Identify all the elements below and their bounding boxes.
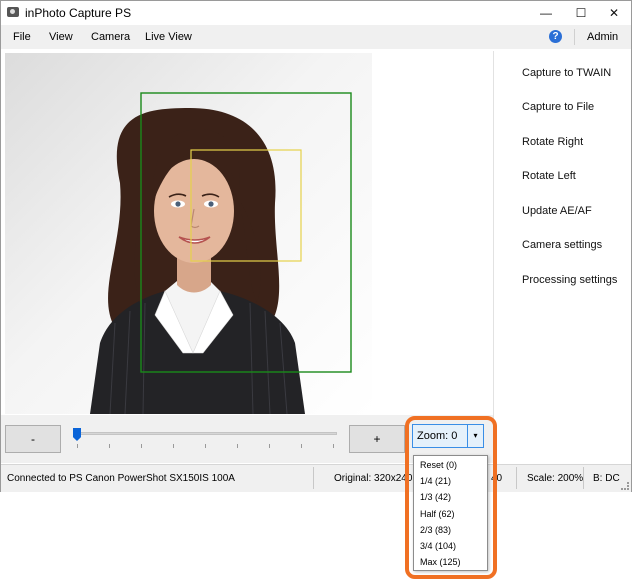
zoom-slider[interactable] — [75, 432, 337, 435]
slider-tick — [109, 444, 110, 448]
menu-camera[interactable]: Camera — [91, 31, 130, 43]
slider-tick — [301, 444, 302, 448]
connection-status: Connected to PS Canon PowerShot SX150IS … — [7, 473, 235, 484]
maximize-button[interactable]: ☐ — [566, 3, 596, 23]
portrait-photo — [90, 92, 352, 414]
camera-settings-button[interactable]: Camera settings — [522, 239, 602, 251]
capture-to-file-button[interactable]: Capture to File — [522, 101, 594, 113]
mode-status: B: DC — [593, 473, 620, 484]
menu-view[interactable]: View — [49, 31, 73, 43]
action-panel: Capture to TWAIN Capture to File Rotate … — [493, 51, 631, 463]
status-separator — [516, 467, 517, 489]
status-separator — [583, 467, 584, 489]
update-ae-af-button[interactable]: Update AE/AF — [522, 205, 592, 217]
slider-tick — [333, 444, 334, 448]
status-separator — [313, 467, 314, 489]
zoom-plus-button[interactable]: + — [349, 425, 405, 453]
rotate-left-button[interactable]: Rotate Left — [522, 170, 576, 182]
window-title: inPhoto Capture PS — [25, 6, 132, 20]
capture-to-twain-button[interactable]: Capture to TWAIN — [522, 67, 611, 79]
slider-tick — [237, 444, 238, 448]
slider-tick — [269, 444, 270, 448]
rotate-right-button[interactable]: Rotate Right — [522, 136, 583, 148]
minimize-button[interactable]: — — [531, 3, 561, 23]
processing-settings-button[interactable]: Processing settings — [522, 274, 617, 286]
zoom-minus-button[interactable]: - — [5, 425, 61, 453]
menu-live-view[interactable]: Live View — [145, 31, 192, 43]
title-bar: inPhoto Capture PS — ☐ ✕ — [1, 1, 631, 25]
help-icon[interactable]: ? — [549, 30, 562, 43]
status-bar: Connected to PS Canon PowerShot SX150IS … — [1, 464, 631, 492]
original-resolution: Original: 320x240 — [334, 473, 413, 484]
highlight-outline — [405, 416, 497, 579]
slider-tick — [141, 444, 142, 448]
scale-status: Scale: 200% — [527, 473, 584, 484]
live-preview — [5, 53, 372, 414]
close-button[interactable]: ✕ — [599, 3, 629, 23]
slider-tick — [205, 444, 206, 448]
admin-menu[interactable]: Admin — [587, 31, 618, 43]
menu-file[interactable]: File — [13, 31, 31, 43]
camera-icon — [7, 7, 19, 17]
slider-tick — [77, 444, 78, 448]
menu-separator — [574, 29, 575, 45]
resize-grip[interactable] — [621, 482, 629, 490]
slider-tick — [173, 444, 174, 448]
zoom-slider-thumb[interactable] — [73, 428, 81, 441]
menu-bar: File View Camera Live View ? Admin — [1, 25, 631, 49]
app-window: inPhoto Capture PS — ☐ ✕ File View Camer… — [0, 0, 632, 492]
